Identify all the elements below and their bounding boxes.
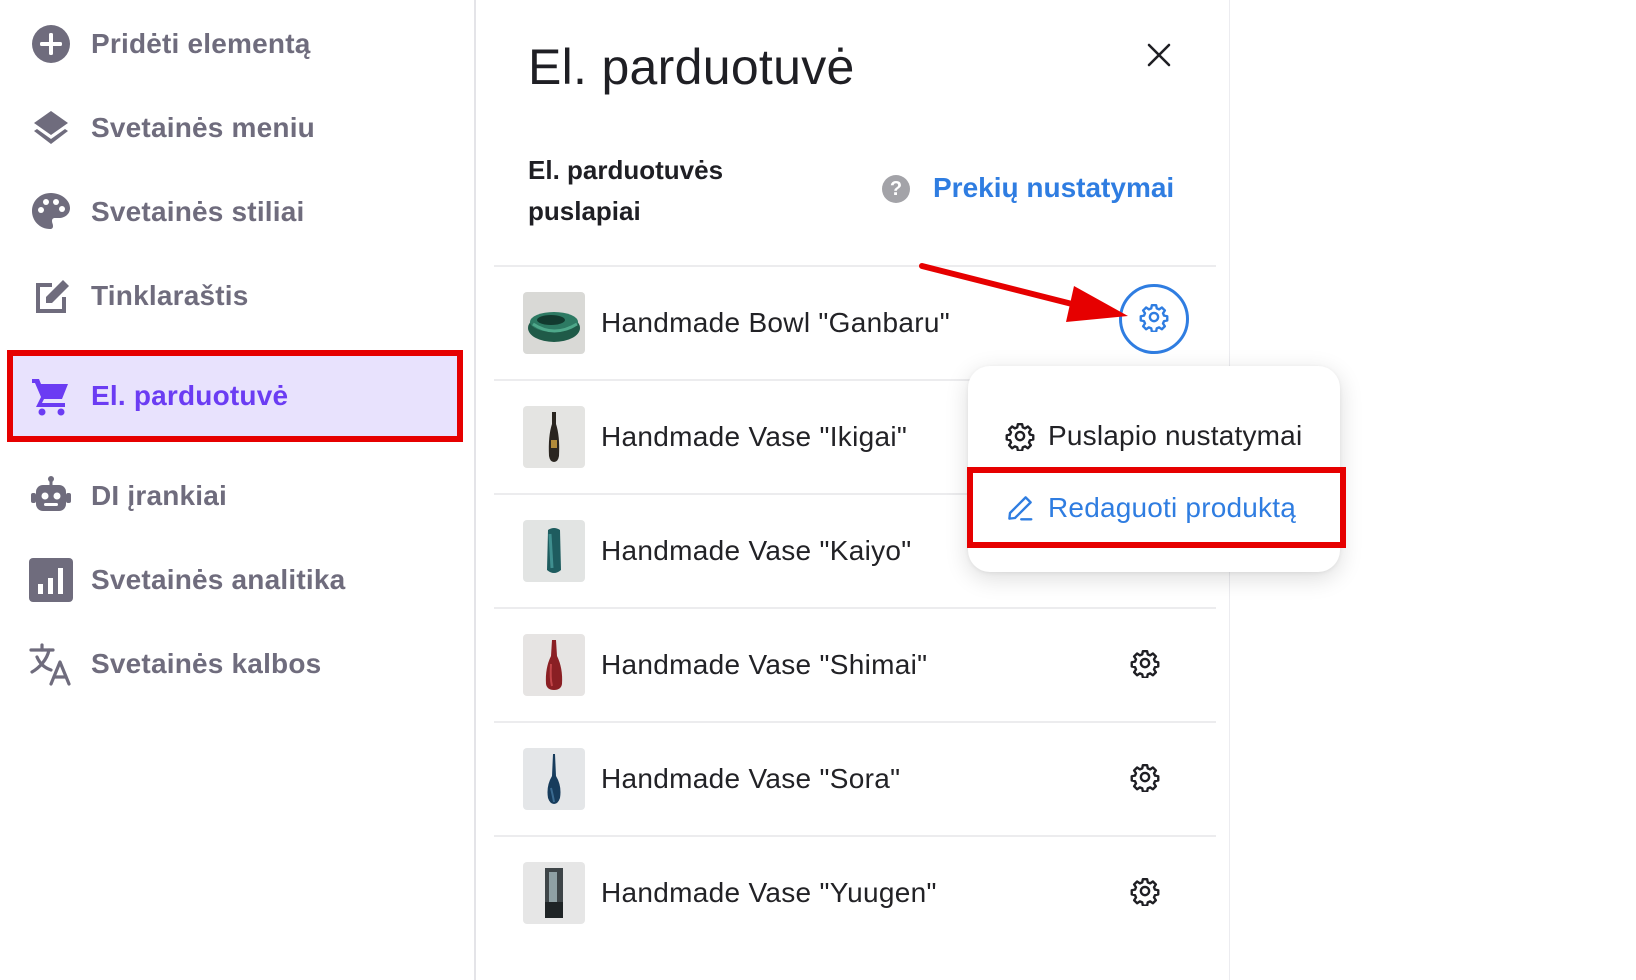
product-thumbnail	[523, 862, 585, 924]
analytics-icon	[28, 557, 74, 603]
sidebar-item-site-styles[interactable]: Svetainės stiliai	[0, 168, 470, 256]
sidebar-item-label: Tinklaraštis	[91, 280, 249, 311]
sidebar-item-label: Pridėti elementą	[91, 28, 311, 59]
menu-item-page-settings[interactable]: Puslapio nustatymai	[968, 408, 1340, 464]
sidebar-item-label: Svetainės meniu	[91, 112, 315, 143]
plus-circle-icon	[28, 21, 74, 67]
list-item[interactable]: Handmade Bowl "Ganbaru"	[494, 265, 1216, 379]
product-thumbnail	[523, 292, 585, 354]
sidebar-item-analytics[interactable]: Svetainės analitika	[0, 536, 470, 624]
sidebar-item-blog[interactable]: Tinklaraštis	[0, 252, 470, 340]
sidebar-item-site-menu[interactable]: Svetainės meniu	[0, 84, 470, 172]
list-item[interactable]: Handmade Vase "Shimai"	[494, 607, 1216, 721]
menu-item-label: Puslapio nustatymai	[1048, 420, 1303, 451]
section-label: El. parduotuvės puslapiai	[528, 155, 724, 226]
sidebar-item-eshop[interactable]: El. parduotuvė	[10, 354, 460, 438]
gear-icon	[1130, 648, 1160, 683]
product-settings-link[interactable]: Prekių nustatymai	[933, 172, 1174, 204]
gear-icon	[1139, 302, 1169, 337]
sidebar-item-label: El. parduotuvė	[91, 380, 289, 411]
menu-item-label: Redaguoti produktą	[1048, 492, 1296, 523]
list-item[interactable]: Handmade Vase "Sora"	[494, 721, 1216, 835]
product-name: Handmade Vase "Kaiyo"	[601, 535, 912, 566]
layers-icon	[28, 105, 74, 151]
product-name: Handmade Vase "Ikigai"	[601, 421, 908, 452]
gear-icon	[1004, 420, 1036, 452]
product-name: Handmade Vase "Sora"	[601, 763, 901, 794]
product-thumbnail	[523, 634, 585, 696]
product-settings-button[interactable]	[1128, 762, 1162, 796]
gear-icon	[1130, 762, 1160, 797]
product-thumbnail	[523, 748, 585, 810]
product-settings-button[interactable]	[1128, 876, 1162, 910]
product-settings-button[interactable]	[1128, 648, 1162, 682]
list-item[interactable]: Handmade Vase "Yuugen"	[494, 835, 1216, 949]
product-settings-button-active[interactable]	[1119, 284, 1189, 354]
close-button[interactable]	[1138, 36, 1180, 78]
product-name: Handmade Bowl "Ganbaru"	[601, 307, 950, 338]
sidebar-item-languages[interactable]: Svetainės kalbos	[0, 620, 470, 708]
sidebar: Pridėti elementą Svetainės meniu Svetain…	[0, 0, 476, 980]
sidebar-item-label: Svetainės stiliai	[91, 196, 305, 227]
gear-icon	[1130, 876, 1160, 911]
sidebar-item-label: DI įrankiai	[91, 480, 228, 511]
translate-icon	[28, 641, 74, 687]
robot-icon	[28, 473, 74, 519]
palette-icon	[28, 189, 74, 235]
sidebar-item-label: Svetainės analitika	[91, 564, 346, 595]
sidebar-item-label: Svetainės kalbos	[91, 648, 322, 679]
help-icon[interactable]: ?	[882, 175, 910, 203]
menu-item-edit-product[interactable]: Redaguoti produktą	[968, 480, 1340, 536]
close-icon	[1147, 43, 1171, 72]
edit-square-icon	[28, 273, 74, 319]
sidebar-item-add-element[interactable]: Pridėti elementą	[0, 0, 470, 88]
product-thumbnail	[523, 520, 585, 582]
product-context-menu: Puslapio nustatymai Redaguoti produktą	[968, 366, 1340, 572]
product-name: Handmade Vase "Shimai"	[601, 649, 928, 680]
product-name: Handmade Vase "Yuugen"	[601, 877, 937, 908]
panel-title: El. parduotuvė	[528, 39, 855, 95]
cart-icon	[28, 373, 74, 419]
sidebar-item-ai-tools[interactable]: DI įrankiai	[0, 452, 470, 540]
pencil-icon	[1004, 492, 1036, 524]
product-thumbnail	[523, 406, 585, 468]
